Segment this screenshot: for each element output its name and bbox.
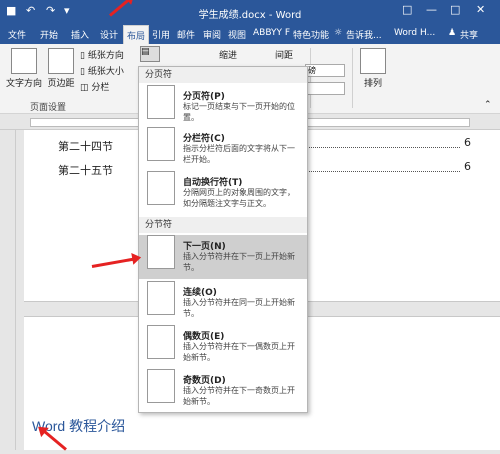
item-description: 插入分节符并在下一偶数页上开始新节。 [183,342,295,362]
window-title: 学生成绩.docx - Word [198,10,302,21]
tab-mailings[interactable]: 邮件 [177,28,195,41]
size-label: 纸张大小 [87,67,124,77]
orientation-button[interactable]: ▯ 纸张方向 [80,48,124,61]
column-break-item[interactable]: 分栏符(C) 指示分栏符后面的文字将从下一栏开始。 [139,127,307,167]
toc-entry-label: 第二十五节 [58,164,113,177]
item-description: 插入分节符并在同一页上开始新节。 [183,298,295,318]
tab-insert[interactable]: 插入 [71,28,89,41]
separator [310,48,311,108]
collapse-ribbon-icon[interactable]: ⌃ [484,100,492,110]
toc-page-number: 6 [464,136,471,149]
item-description: 插入分节符并在下一页上开始新节。 [183,252,295,272]
size-button[interactable]: ▯ 纸张大小 [80,64,124,77]
margins-label: 页边距 [47,79,75,89]
text-direction-icon [11,48,37,74]
tab-references[interactable]: 引用 [152,28,170,41]
arrange-button[interactable]: 排列 [356,48,390,89]
close-icon[interactable]: ✕ [476,3,485,16]
tab-features[interactable]: 特色功能 [293,28,329,41]
breaks-dropdown-menu: 分页符 分页符(P) 标记一页结束与下一页开始的位置。 分栏符(C) 指示分栏符… [138,66,308,413]
tab-home[interactable]: 开始 [40,28,58,41]
breaks-button[interactable]: ▤ [140,46,160,62]
tab-layout[interactable]: 布局 [123,25,150,44]
continuous-icon [147,281,175,315]
columns-button[interactable]: ◫ 分栏 [80,80,109,93]
size-icon: ▯ [80,67,88,77]
toc-entry-label: 第二十四节 [58,140,113,153]
even-page-break-item[interactable]: 偶数页(E) 插入分节符并在下一偶数页上开始新节。 [139,325,307,367]
margins-button[interactable]: 页边距 [45,48,77,89]
tab-review[interactable]: 审阅 [203,28,221,41]
tab-file[interactable]: 文件 [8,28,26,41]
text-direction-label: 文字方向 [5,79,42,89]
even-page-icon [147,325,175,359]
section-breaks-header: 分节符 [139,217,307,233]
orientation-label: 纸张方向 [87,51,124,61]
spacing-before-field[interactable]: 磅 [305,64,345,77]
columns-label: 分栏 [91,83,110,93]
separator [352,48,353,108]
page-breaks-header: 分页符 [139,67,307,83]
tab-view[interactable]: 视图 [228,28,246,41]
text-wrapping-break-item[interactable]: 自动换行符(T) 分隔网页上的对象周围的文字，如分隔题注文字与正文。 [139,171,307,215]
text-wrapping-icon [147,171,175,205]
arrange-label: 排列 [363,79,382,89]
breaks-icon: ▤ [141,47,150,57]
page-setup-label: 页面设置 [30,103,67,113]
account-name[interactable]: Word H... [394,28,435,38]
spacing-after-field[interactable] [305,82,345,95]
item-description: 分隔网页上的对象周围的文字，如分隔题注文字与正文。 [183,188,295,208]
page-break-icon [147,85,175,119]
next-page-icon [147,235,175,269]
next-page-break-item[interactable]: 下一页(N) 插入分节符并在下一页上开始新节。 [139,235,307,279]
maximize-icon[interactable]: □ [450,3,460,16]
minimize-icon[interactable]: — [426,3,437,16]
text-direction-button[interactable]: 文字方向 [4,48,44,89]
ribbon-display-icon[interactable]: □ [402,3,412,16]
columns-icon: ◫ [80,83,92,93]
title-bar: ■ ↶ ↷ ▾ 学生成绩.docx - Word □ — □ ✕ [0,0,500,24]
item-description: 标记一页结束与下一页开始的位置。 [183,102,295,122]
tab-design[interactable]: 设计 [100,28,118,41]
share-button[interactable]: 共享 [460,28,478,41]
lightbulb-icon: ☼ [334,28,343,38]
margins-icon [48,48,74,74]
arrange-icon [360,48,386,74]
odd-page-break-item[interactable]: 奇数页(D) 插入分节符并在下一奇数页上开始新节。 [139,369,307,411]
vertical-ruler[interactable] [0,130,16,450]
item-description: 插入分节符并在下一奇数页上开始新节。 [183,386,295,406]
item-description: 指示分栏符后面的文字将从下一栏开始。 [183,144,295,164]
orientation-icon: ▯ [80,51,88,61]
share-icon[interactable]: ♟ [448,28,456,38]
odd-page-icon [147,369,175,403]
ribbon-tabs: 文件 开始 插入 设计 布局 引用 邮件 审阅 视图 ABBYY F 特色功能 … [0,24,500,44]
tab-abbyy[interactable]: ABBYY F [253,28,290,38]
toc-page-number: 6 [464,160,471,173]
continuous-break-item[interactable]: 连续(O) 插入分节符并在同一页上开始新节。 [139,281,307,323]
page-break-item[interactable]: 分页符(P) 标记一页结束与下一页开始的位置。 [139,85,307,125]
column-break-icon [147,127,175,161]
tell-me-input[interactable]: 告诉我... [346,28,382,41]
indent-label: 缩进 [219,51,238,61]
spacing-label: 间距 [275,51,294,61]
